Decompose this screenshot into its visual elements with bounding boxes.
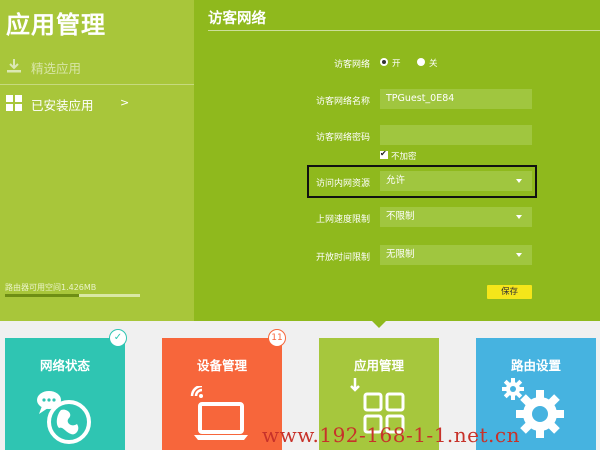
globe-chat-icon — [37, 391, 91, 444]
save-button[interactable]: 保存 — [487, 285, 532, 299]
tile-label: 设备管理 — [196, 358, 247, 373]
ssid-label: 访客网络名称 — [315, 97, 370, 107]
radio-on[interactable] — [380, 58, 388, 66]
sidebar-item-featured-apps[interactable]: 精选应用 — [0, 50, 194, 85]
app-title: 应用管理 — [6, 11, 106, 39]
open-time-value: 无限制 — [386, 249, 415, 260]
device-count-badge: 11 — [268, 329, 286, 347]
tile-label: 网络状态 — [39, 358, 90, 373]
laptop-wifi-icon — [190, 386, 248, 440]
no-encrypt-label: 不加密 — [391, 152, 417, 162]
radio-on-label: 开 — [392, 59, 401, 69]
speed-limit-label: 上网速度限制 — [315, 215, 370, 225]
highlight-box — [307, 165, 537, 198]
chevron-down-icon — [516, 215, 522, 219]
sidebar-item-label: 精选应用 — [31, 61, 82, 76]
download-icon — [7, 59, 21, 73]
tile-label: 应用管理 — [353, 358, 404, 373]
storage-text: 路由器可用空间1.426MB — [5, 283, 97, 292]
speed-limit-select[interactable]: 不限制 — [380, 207, 532, 227]
main-panel: 访客网络 访客网络 开 关 访客网络名称 TPGuest_0E84 访客网络密码… — [194, 0, 600, 321]
tile-label: 路由设置 — [510, 358, 561, 373]
active-tile-pointer — [372, 321, 386, 328]
title-divider — [208, 30, 600, 31]
sidebar: 应用管理 精选应用 已安装应用 > 路由器可用空间1.426MB — [0, 0, 194, 321]
storage-bar-fill — [5, 294, 80, 297]
status-ok-badge: ✓ — [109, 329, 127, 347]
chevron-right-icon: > — [120, 96, 130, 109]
page-title: 访客网络 — [208, 11, 266, 27]
chevron-down-icon — [516, 253, 522, 257]
speed-limit-value: 不限制 — [386, 211, 415, 222]
radio-off-label: 关 — [429, 59, 438, 69]
open-time-select[interactable]: 无限制 — [380, 245, 532, 265]
radio-off[interactable] — [417, 58, 425, 66]
checkmark-icon: ✔ — [380, 149, 387, 158]
open-time-label: 开放时间限制 — [315, 253, 370, 263]
sidebar-item-label: 已安装应用 — [31, 98, 94, 113]
sidebar-item-installed-apps[interactable]: 已安装应用 > — [0, 87, 194, 121]
no-encrypt-checkbox[interactable]: ✔ — [380, 149, 388, 159]
radio-dot — [382, 60, 386, 64]
watermark: www.192-168-1-1.net.cn — [262, 423, 520, 447]
guest-network-label: 访客网络 — [333, 60, 370, 70]
password-input[interactable] — [380, 125, 532, 145]
tile-network-status[interactable]: 网络状态 — [5, 338, 125, 450]
password-label: 访客网络密码 — [315, 133, 370, 143]
storage-bar — [5, 294, 140, 297]
ssid-input[interactable]: TPGuest_0E84 — [380, 89, 532, 109]
top-panel: 应用管理 精选应用 已安装应用 > 路由器可用空间1.426MB 访客网络 访客… — [0, 0, 600, 321]
grid-icon — [6, 95, 22, 111]
